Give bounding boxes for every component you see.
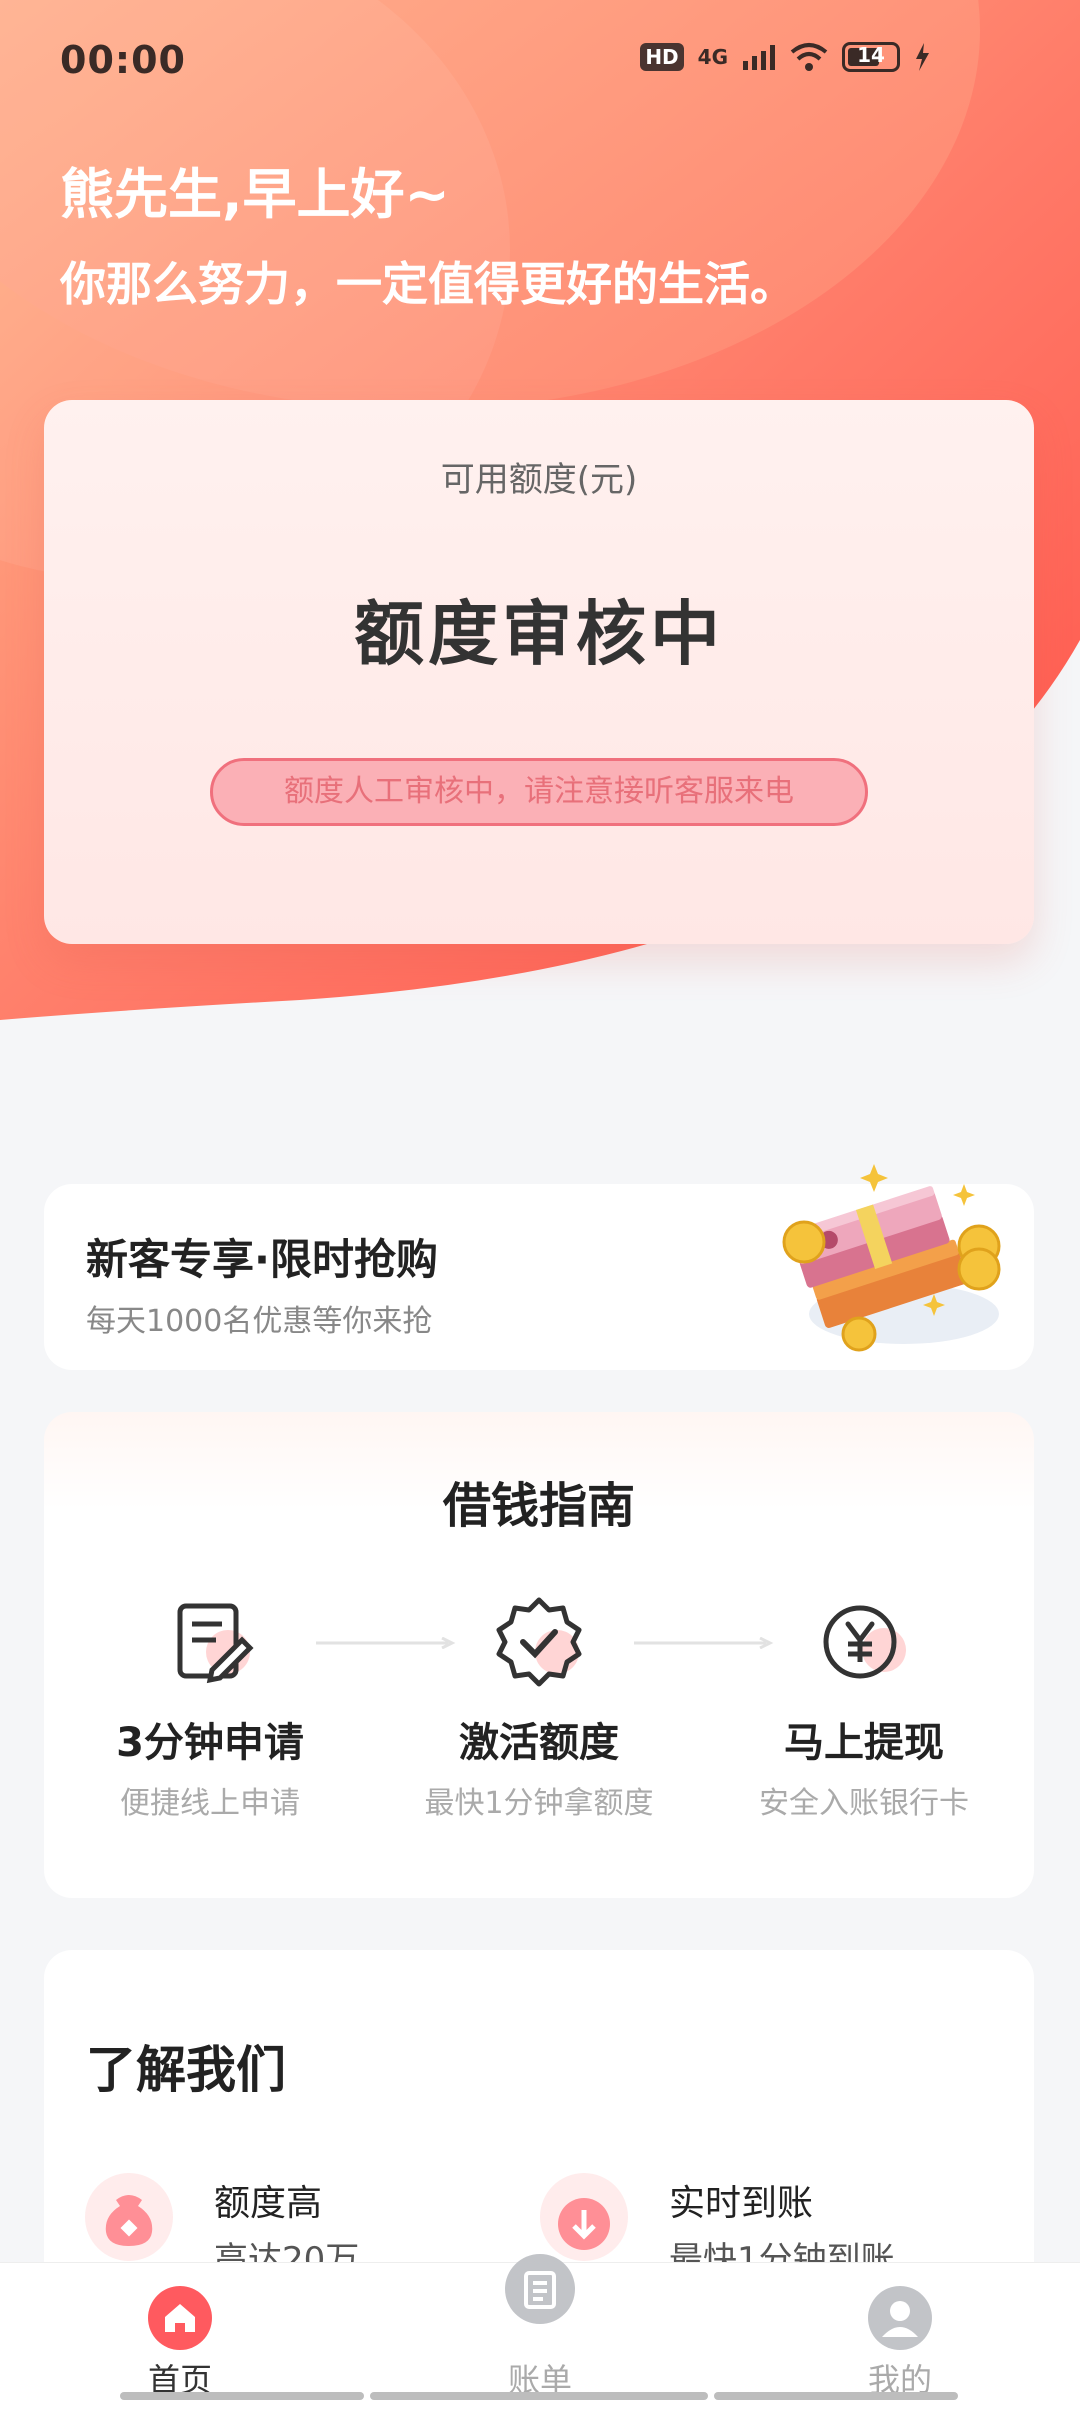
feature-title: 额度高 — [214, 2183, 323, 2224]
battery-icon: 14 — [842, 42, 900, 72]
credit-card[interactable]: 可用额度(元) 额度审核中 额度人工审核中，请注意接听客服来电 — [44, 400, 1034, 944]
charging-icon — [916, 43, 929, 71]
battery-level: 14 — [857, 43, 885, 67]
promo-subtitle: 每天1000名优惠等你来抢 — [86, 1304, 433, 1339]
borrow-guide-card: 借钱指南 3分钟申请 便捷线上申请 激活额度 最快1分钟拿额度 马上提现 安全入… — [44, 1412, 1034, 1898]
promo-banner[interactable]: 新客专享·限时抢购 每天1000名优惠等你来抢 — [44, 1164, 1034, 1370]
guide-step-activate: 激活额度 最快1分钟拿额度 — [389, 1592, 689, 1822]
nav-item-mine[interactable]: 我的 — [780, 2263, 1020, 2409]
application-form-icon — [177, 1603, 254, 1684]
step-subtitle: 安全入账银行卡 — [759, 1786, 969, 1821]
step-title: 马上提现 — [784, 1720, 944, 1766]
step-title: 3分钟申请 — [116, 1720, 304, 1766]
bill-icon — [505, 2254, 575, 2324]
user-icon — [868, 2286, 932, 2350]
promo-title: 新客专享·限时抢购 — [86, 1235, 438, 1284]
gesture-bar-right — [714, 2392, 958, 2400]
status-time: 00:00 — [60, 38, 186, 82]
slogan-text: 你那么努力，一定值得更好的生活。 — [60, 257, 796, 311]
status-icons: HD 4G 14 — [640, 42, 930, 72]
nav-item-home[interactable]: 首页 — [60, 2263, 300, 2409]
bottom-nav: 首页 账单 我的 — [0, 2254, 1080, 2409]
yuan-coin-icon — [823, 1605, 906, 1679]
step-subtitle: 最快1分钟拿额度 — [424, 1786, 654, 1821]
wifi-icon — [790, 43, 828, 71]
gesture-bar-center[interactable] — [370, 2392, 708, 2400]
money-stack-illustration — [782, 1164, 1001, 1352]
home-icon — [148, 2286, 212, 2350]
guide-step-apply: 3分钟申请 便捷线上申请 — [60, 1592, 360, 1822]
download-arrow-icon — [540, 2173, 628, 2261]
status-bar: 00:00 HD 4G 14 — [0, 0, 1080, 120]
step-title: 激活额度 — [459, 1720, 619, 1766]
guide-step-withdraw: 马上提现 安全入账银行卡 — [714, 1592, 1014, 1822]
money-bag-icon — [85, 2173, 173, 2261]
nav-item-bill[interactable]: 账单 — [420, 2254, 660, 2409]
gesture-bar-left — [120, 2392, 364, 2400]
hd-badge: HD — [640, 43, 684, 71]
verified-badge-icon — [496, 1597, 582, 1687]
greeting-text: 熊先生,早上好~ — [60, 163, 450, 226]
credit-status: 额度审核中 — [354, 593, 724, 675]
network-label: 4G — [697, 45, 728, 69]
step-subtitle: 便捷线上申请 — [120, 1786, 300, 1821]
about-title: 了解我们 — [86, 2041, 286, 2099]
feature-title: 实时到账 — [669, 2183, 814, 2224]
signal-icon — [743, 45, 775, 70]
guide-title: 借钱指南 — [442, 1478, 635, 1534]
review-notice-badge: 额度人工审核中，请注意接听客服来电 — [210, 758, 868, 826]
credit-label: 可用额度(元) — [440, 460, 638, 500]
